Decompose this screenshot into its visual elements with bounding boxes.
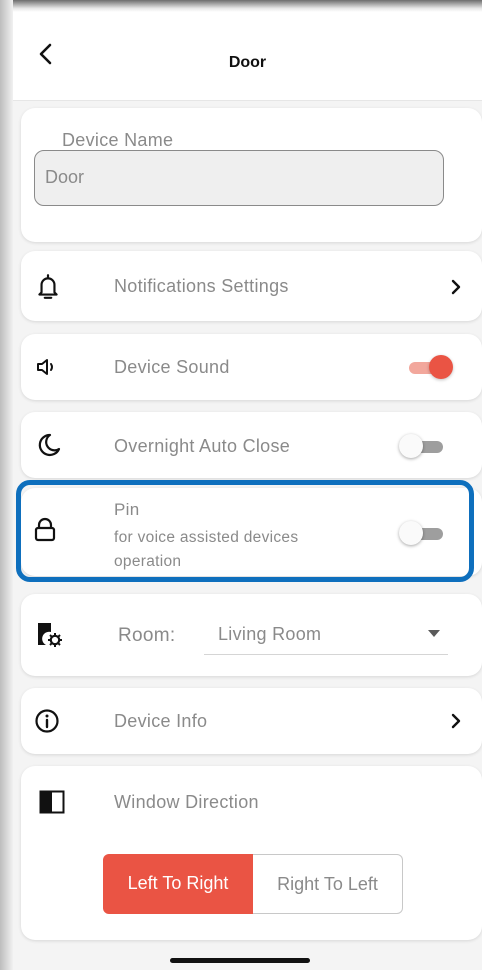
notifications-settings-label: Notifications Settings xyxy=(114,276,289,296)
overnight-auto-close-row: Overnight Auto Close xyxy=(21,412,482,478)
toggle-knob xyxy=(429,355,453,379)
notifications-settings-row[interactable]: Notifications Settings xyxy=(21,251,482,321)
room-label: Room: xyxy=(118,625,176,646)
device-sound-label: Device Sound xyxy=(114,357,230,377)
room-select-value: Living Room xyxy=(218,624,322,644)
top-edge-shadow xyxy=(0,0,482,12)
device-name-input[interactable]: Door xyxy=(34,150,444,206)
left-edge-shadow xyxy=(0,0,13,970)
top-app-bar: Door xyxy=(13,8,482,101)
room-select[interactable]: Living Room xyxy=(204,614,448,655)
toggle-knob xyxy=(399,434,423,458)
pin-highlight-outline xyxy=(16,480,474,582)
chevron-right-icon xyxy=(451,713,461,729)
speaker-icon xyxy=(37,359,53,375)
info-icon xyxy=(35,709,59,733)
window-direction-label: Window Direction xyxy=(114,792,259,812)
page-title: Door xyxy=(228,54,267,71)
segment-left-to-right[interactable]: Left To Right xyxy=(103,854,253,914)
screen: Door Device Name Door Notifications Sett… xyxy=(0,0,482,970)
overnight-auto-close-toggle[interactable] xyxy=(399,434,447,458)
bell-icon xyxy=(38,274,58,299)
device-info-label: Device Info xyxy=(114,711,208,731)
dropdown-arrow-icon xyxy=(428,630,440,637)
chevron-right-icon xyxy=(451,279,461,295)
overnight-auto-close-label: Overnight Auto Close xyxy=(114,436,291,456)
device-name-label: Device Name xyxy=(62,130,174,150)
device-sound-toggle[interactable] xyxy=(405,355,453,379)
device-info-row[interactable]: Device Info xyxy=(21,688,482,754)
moon-icon xyxy=(38,433,61,457)
home-indicator xyxy=(170,958,310,963)
window-direction-icon xyxy=(39,790,65,814)
segment-right-to-left[interactable]: Right To Left xyxy=(253,854,403,914)
device-sound-row: Device Sound xyxy=(21,334,482,400)
room-settings-icon xyxy=(38,623,62,647)
